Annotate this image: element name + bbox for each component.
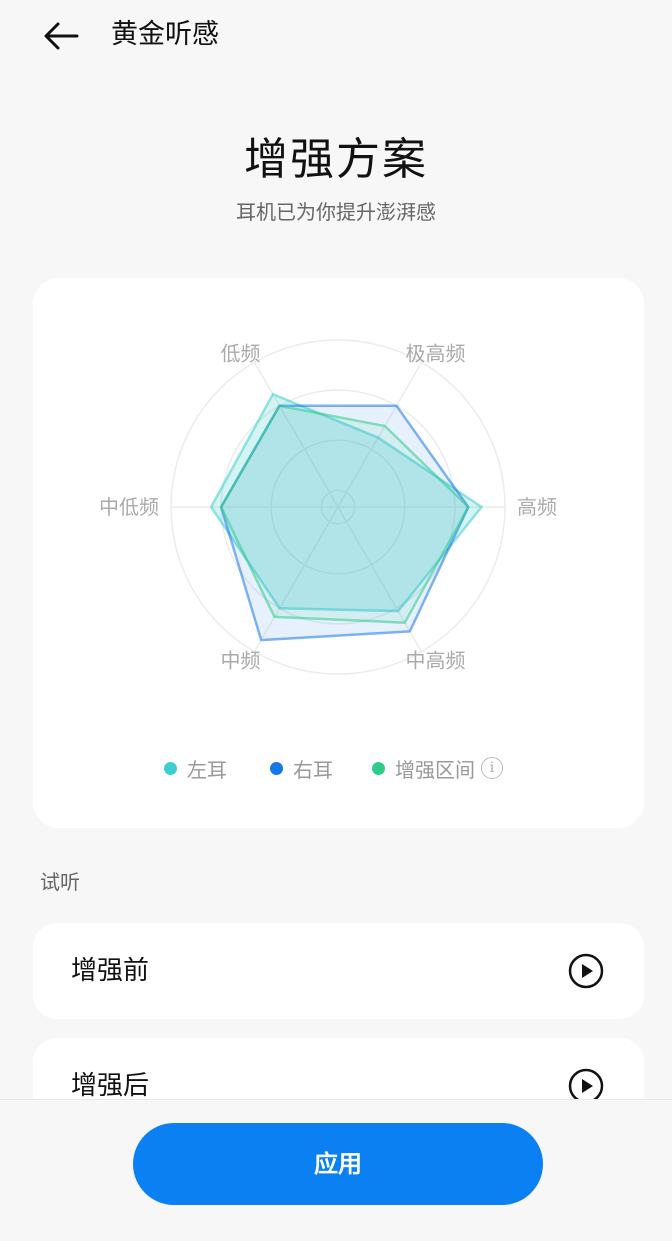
- legend-dot: [270, 761, 283, 775]
- axis-label: 极高频: [406, 342, 466, 366]
- arrow-left-icon: [44, 22, 79, 50]
- chart-card: 极高频高频中高频 中频 中低频 低频 左耳 右耳 增强区间 i: [33, 278, 644, 828]
- listen-before-label: 增强前: [71, 956, 150, 986]
- legend-label: 右耳: [293, 757, 333, 782]
- legend-dot: [164, 761, 177, 775]
- info-icon[interactable]: i: [481, 757, 503, 779]
- legend-item-enhance-range: 增强区间 i: [372, 748, 503, 788]
- axis-label: 高频: [517, 495, 557, 519]
- top-bar: 黄金听感: [0, 0, 672, 70]
- hero-subtitle: 耳机已为你提升澎湃感: [236, 200, 436, 224]
- listen-before-row[interactable]: 增强前: [33, 923, 644, 1019]
- axis-label: 低频: [221, 342, 261, 366]
- legend-label: 增强区间: [395, 757, 475, 782]
- legend-item-left-ear: 左耳: [164, 748, 227, 788]
- legend-item-right-ear: 右耳: [270, 748, 333, 788]
- radar-chart: 极高频高频中高频 中频 中低频 低频: [99, 339, 557, 675]
- hero-title: 增强方案: [244, 134, 428, 185]
- legend-dot: [372, 761, 385, 775]
- apply-button[interactable]: 应用: [133, 1123, 543, 1205]
- play-icon[interactable]: [568, 953, 604, 989]
- page-title: 黄金听感: [111, 19, 219, 50]
- chart-legend: 左耳 右耳 增强区间 i: [33, 748, 644, 788]
- legend-label: 左耳: [187, 757, 227, 782]
- axis-label: 中高频: [406, 648, 466, 672]
- bottom-action-bar: 应用: [0, 1099, 672, 1241]
- axis-label: 中频: [221, 648, 261, 672]
- back-button[interactable]: [36, 14, 86, 58]
- section-label-listen: 试听: [40, 870, 80, 894]
- axis-label: 中低频: [99, 495, 159, 519]
